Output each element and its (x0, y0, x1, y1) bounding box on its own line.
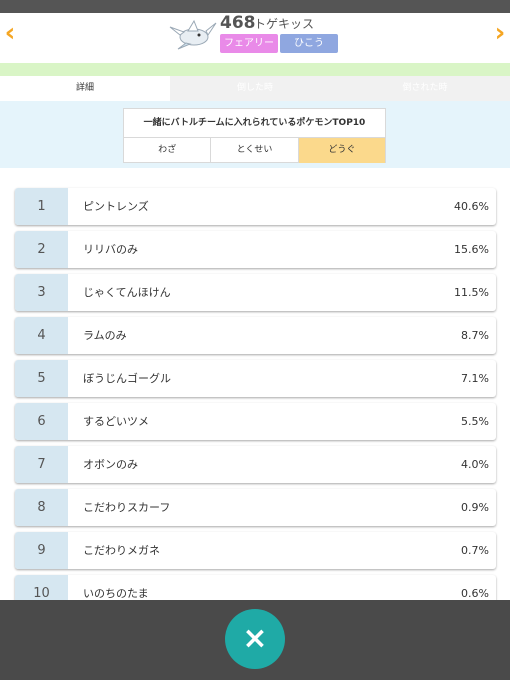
chevron-right-icon[interactable]: › (490, 20, 510, 46)
divider-strip (0, 63, 510, 76)
status-bar (0, 0, 510, 13)
rank-number: 5 (15, 360, 68, 397)
filter-segmented-control: わざ とくせい どうぐ (124, 137, 385, 163)
rank-number: 9 (15, 532, 68, 569)
rank-number: 6 (15, 403, 68, 440)
tab-details[interactable]: 詳細 (0, 76, 170, 101)
rank-number: 7 (15, 446, 68, 483)
item-name: こだわりスカーフ (83, 501, 171, 514)
tab-defeated[interactable]: 倒した時 (170, 76, 340, 101)
list-item[interactable]: 3 じゃくてんほけん 11.5% (15, 274, 496, 311)
usage-percent: 11.5% (454, 286, 489, 299)
item-name: ラムのみ (83, 329, 127, 342)
bottom-bar: × (0, 600, 510, 680)
item-name: じゃくてんほけん (83, 286, 171, 299)
list-item[interactable]: 5 ぼうじんゴーグル 7.1% (15, 360, 496, 397)
chevron-left-icon[interactable]: ‹ (0, 20, 20, 46)
item-name: ぼうじんゴーグル (83, 372, 171, 385)
pokemon-number: 468 (220, 13, 256, 33)
filter-moves-button[interactable]: わざ (124, 138, 212, 163)
filter-items-button[interactable]: どうぐ (298, 138, 385, 163)
list-item[interactable]: 9 こだわりメガネ 0.7% (15, 532, 496, 569)
usage-percent: 0.9% (461, 501, 489, 514)
filter-title: 一緒にバトルチームに入れられているポケモンTOP10 (143, 118, 366, 128)
item-name: オボンのみ (83, 458, 138, 471)
close-icon: × (242, 621, 268, 656)
filter-abilities-button[interactable]: とくせい (211, 138, 299, 163)
pokemon-header: ‹ 468 トゲキッス フェアリー ひこう › (0, 13, 510, 63)
filter-box: 一緒にバトルチームに入れられているポケモンTOP10 わざ とくせい どうぐ (123, 108, 386, 163)
list-item[interactable]: 4 ラムのみ 8.7% (15, 317, 496, 354)
type-badge-fairy: フェアリー (220, 34, 278, 53)
rank-number: 4 (15, 317, 68, 354)
usage-percent: 8.7% (461, 329, 489, 342)
tab-defeated-by[interactable]: 倒された時 (340, 76, 510, 101)
rank-number: 8 (15, 489, 68, 526)
usage-percent: 0.7% (461, 544, 489, 557)
usage-percent: 5.5% (461, 415, 489, 428)
item-name: リリバのみ (83, 243, 138, 256)
usage-percent: 40.6% (454, 200, 489, 213)
rank-number: 1 (15, 188, 68, 225)
item-name: こだわりメガネ (83, 544, 160, 557)
item-name: ピントレンズ (83, 200, 149, 213)
list-item[interactable]: 6 するどいツメ 5.5% (15, 403, 496, 440)
pokemon-name: トゲキッス (254, 17, 315, 31)
pokemon-icon (169, 19, 217, 50)
usage-percent: 7.1% (461, 372, 489, 385)
list-item[interactable]: 1 ピントレンズ 40.6% (15, 188, 496, 225)
list-item[interactable]: 8 こだわりスカーフ 0.9% (15, 489, 496, 526)
item-name: するどいツメ (83, 415, 149, 428)
usage-percent: 15.6% (454, 243, 489, 256)
list-item[interactable]: 7 オボンのみ 4.0% (15, 446, 496, 483)
rank-number: 3 (15, 274, 68, 311)
type-badge-flying: ひこう (280, 34, 338, 53)
tab-bar: 詳細 倒した時 倒された時 (0, 76, 510, 101)
close-button[interactable]: × (225, 609, 285, 669)
ranking-list: 1 ピントレンズ 40.6% 2 リリバのみ 15.6% 3 じゃくてんほけん … (15, 188, 496, 618)
filter-area: 一緒にバトルチームに入れられているポケモンTOP10 わざ とくせい どうぐ (0, 101, 510, 168)
usage-percent: 4.0% (461, 458, 489, 471)
list-item[interactable]: 2 リリバのみ 15.6% (15, 231, 496, 268)
rank-number: 2 (15, 231, 68, 268)
